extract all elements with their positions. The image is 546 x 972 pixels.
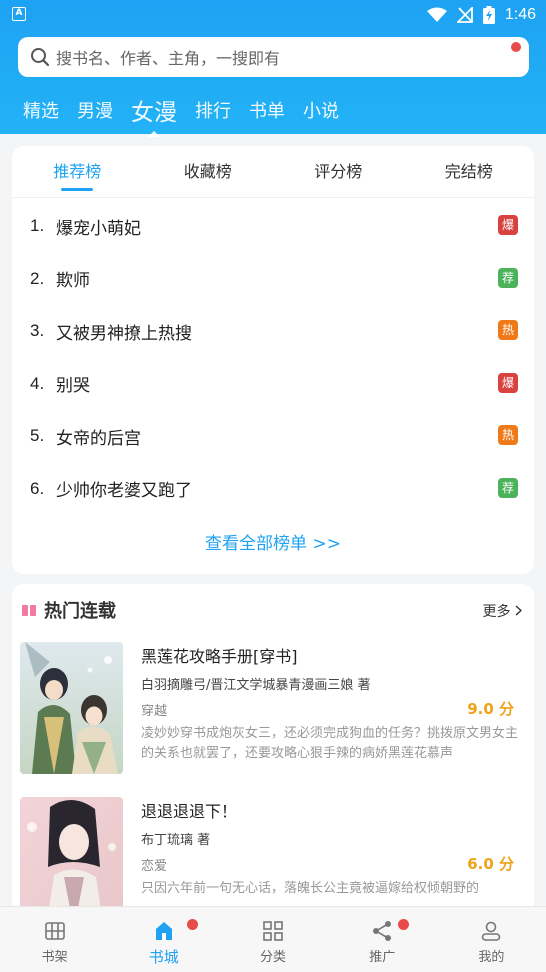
book-genre: 穿越 bbox=[141, 704, 168, 719]
book-description: 只因六年前一句无心话，落魄长公主竟被逼嫁给权倾朝野的 bbox=[141, 881, 480, 896]
nav-tab-ranking[interactable]: 排行 bbox=[195, 97, 231, 123]
more-label: 更多 bbox=[482, 604, 511, 620]
chevron-right-icon bbox=[515, 605, 523, 616]
view-all-rankings-link[interactable]: 查看全部榜单 >> bbox=[12, 529, 534, 554]
nav-tab-female-comics[interactable]: 女漫 bbox=[131, 93, 177, 137]
tab-bookshelf[interactable]: 书架 bbox=[0, 907, 109, 972]
tab-label: 书城 bbox=[148, 948, 179, 966]
home-icon bbox=[155, 922, 172, 940]
more-link[interactable]: 更多 bbox=[482, 601, 523, 621]
rank-number: 5. bbox=[30, 426, 45, 446]
book-title: 退退退退下！ bbox=[141, 802, 238, 821]
rank-title: 少帅你老婆又跑了 bbox=[56, 481, 192, 502]
tab-category[interactable]: 分类 bbox=[218, 907, 327, 972]
list-item[interactable]: 6. 少帅你老婆又跑了 荐 bbox=[12, 463, 534, 516]
share-icon bbox=[373, 921, 392, 941]
tab-label: 我的 bbox=[478, 950, 505, 965]
list-item[interactable]: 2. 欺师 荐 bbox=[12, 253, 534, 306]
book-author: 白羽摘雕弓/晋江文学城暴青漫画三娘 著 bbox=[141, 678, 371, 693]
book-score: 9.0 分 bbox=[467, 700, 514, 718]
rank-title: 女帝的后宫 bbox=[56, 428, 141, 449]
status-bar: A 1:46 bbox=[0, 0, 546, 30]
tab-label: 分类 bbox=[260, 950, 287, 965]
nav-tab-novel[interactable]: 小说 bbox=[303, 97, 339, 123]
notification-dot bbox=[187, 919, 199, 930]
book-genre: 恋爱 bbox=[141, 859, 168, 874]
rank-title: 爆宠小萌妃 bbox=[56, 218, 141, 239]
rank-number: 6. bbox=[30, 478, 45, 498]
rank-title: 又被男神撩上热搜 bbox=[56, 323, 192, 344]
book-title: 黑莲花攻略手册[穿书] bbox=[141, 647, 298, 666]
hot-badge: 爆 bbox=[498, 215, 518, 235]
book-author: 布丁琉璃 著 bbox=[141, 833, 211, 848]
search-input[interactable]: 搜书名、作者、主角，一搜即有 bbox=[18, 37, 529, 77]
section-title: 热门连载 bbox=[44, 601, 116, 622]
tab-label: 书架 bbox=[41, 950, 68, 965]
battery-icon bbox=[482, 6, 495, 24]
book-description: 凌妙妙穿书成炮灰女三，还必须完成狗血的任务？挑拨原文男女主的关系也就罢了，还要攻… bbox=[141, 726, 519, 761]
trending-badge: 热 bbox=[498, 320, 518, 340]
list-item[interactable]: 3. 又被男神撩上热搜 热 bbox=[12, 305, 534, 358]
wifi-icon bbox=[426, 7, 447, 22]
book-cover-image[interactable] bbox=[20, 642, 123, 774]
search-icon bbox=[31, 48, 50, 67]
tab-bookstore[interactable]: 书城 bbox=[109, 907, 218, 972]
trending-badge: 热 bbox=[498, 425, 518, 445]
book-score: 6.0 分 bbox=[467, 855, 514, 873]
header: A 1:46 搜书名、作者、主角，一搜即有 精选 男漫 女漫 排行 书单 小说 bbox=[0, 0, 546, 137]
nav-tab-featured[interactable]: 精选 bbox=[23, 97, 59, 123]
grid-icon bbox=[263, 921, 283, 941]
book-item[interactable]: 黑莲花攻略手册[穿书] 白羽摘雕弓/晋江文学城暴青漫画三娘 著 穿越 9.0 分… bbox=[12, 636, 534, 791]
hot-badge: 爆 bbox=[498, 372, 518, 393]
app-notification-icon: A bbox=[12, 7, 26, 21]
tab-label: 推广 bbox=[369, 950, 396, 965]
tab-completed[interactable]: 完结榜 bbox=[404, 146, 535, 197]
user-icon bbox=[482, 921, 501, 941]
open-book-icon bbox=[22, 604, 36, 616]
rank-number: 4. bbox=[30, 373, 45, 393]
bookshelf-icon bbox=[44, 922, 65, 940]
ranking-tabs: 推荐榜 收藏榜 评分榜 完结榜 bbox=[12, 146, 534, 198]
list-item[interactable]: 1. 爆宠小萌妃 爆 bbox=[12, 200, 534, 253]
book-cover-image[interactable] bbox=[20, 797, 123, 924]
tab-recommended[interactable]: 推荐榜 bbox=[12, 146, 143, 197]
recommend-badge: 荐 bbox=[498, 267, 518, 288]
book-item[interactable]: 退退退退下！ 布丁琉璃 著 恋爱 6.0 分 只因六年前一句无心话，落魄长公主竟… bbox=[12, 791, 534, 924]
search-placeholder: 搜书名、作者、主角，一搜即有 bbox=[56, 49, 281, 68]
rank-number: 2. bbox=[30, 268, 45, 288]
rank-number: 1. bbox=[30, 216, 45, 236]
category-nav: 精选 男漫 女漫 排行 书单 小说 bbox=[14, 92, 348, 137]
nav-tab-booklist[interactable]: 书单 bbox=[249, 97, 285, 123]
ranking-card: 推荐榜 收藏榜 评分榜 完结榜 1. 爆宠小萌妃 爆 2. 欺师 荐 3. 又被… bbox=[12, 146, 534, 574]
tab-profile[interactable]: 我的 bbox=[437, 907, 546, 972]
notification-dot bbox=[511, 42, 521, 52]
ranking-list: 1. 爆宠小萌妃 爆 2. 欺师 荐 3. 又被男神撩上热搜 热 4. 别哭 爆… bbox=[12, 198, 534, 515]
rank-title: 别哭 bbox=[56, 376, 90, 397]
rank-title: 欺师 bbox=[56, 271, 90, 292]
notification-dot bbox=[397, 919, 409, 930]
tab-rating[interactable]: 评分榜 bbox=[273, 146, 404, 197]
tab-promotion[interactable]: 推广 bbox=[328, 907, 437, 972]
section-header: 热门连载 更多 bbox=[12, 584, 534, 636]
hot-serials-card: 热门连载 更多 黑莲花攻略手册[穿书] 白羽摘雕弓/晋江文学城暴青漫画三娘 著 … bbox=[12, 584, 534, 924]
bottom-tab-bar: 书架 书城 分类 推广 我的 bbox=[0, 906, 546, 972]
clock: 1:46 bbox=[504, 6, 536, 23]
nav-tab-male-comics[interactable]: 男漫 bbox=[77, 97, 113, 123]
tab-favorites[interactable]: 收藏榜 bbox=[143, 146, 274, 197]
recommend-badge: 荐 bbox=[498, 477, 518, 498]
list-item[interactable]: 4. 别哭 爆 bbox=[12, 358, 534, 411]
list-item[interactable]: 5. 女帝的后宫 热 bbox=[12, 410, 534, 463]
no-signal-icon bbox=[456, 7, 473, 23]
rank-number: 3. bbox=[30, 321, 45, 341]
